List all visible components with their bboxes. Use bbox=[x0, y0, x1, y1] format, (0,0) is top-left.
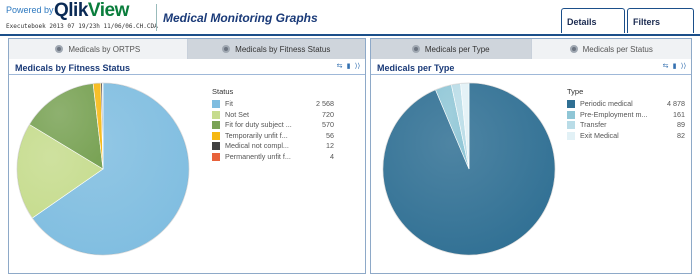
tab-medicals-by-fitness-status[interactable]: Medicals by Fitness Status bbox=[187, 39, 365, 59]
legend-item[interactable]: Pre-Employment m... 161 bbox=[567, 110, 685, 121]
legend-item[interactable]: Transfer 89 bbox=[567, 120, 685, 131]
legend-item[interactable]: Not Set 720 bbox=[212, 110, 334, 121]
legend-swatch bbox=[567, 100, 575, 108]
legend-label: Fit bbox=[225, 99, 233, 108]
tab-label: Medicals by Fitness Status bbox=[235, 44, 331, 54]
legend-item[interactable]: Permanently unfit f... 4 bbox=[212, 152, 334, 163]
legend-value: 570 bbox=[322, 120, 334, 129]
legend-swatch bbox=[567, 131, 575, 140]
legend-label: Temporarily unfit f... bbox=[225, 130, 288, 140]
restore-icon[interactable]: ⟩⟩ bbox=[354, 62, 361, 71]
details-button[interactable]: Details bbox=[561, 8, 625, 33]
tab-label: Medicals per Status bbox=[582, 44, 653, 54]
legend-item[interactable]: Fit for duty subject ... 570 bbox=[212, 120, 334, 131]
chart-caption-icons: ⇆ ▮ ⟩⟩ bbox=[662, 62, 687, 71]
bar-chart-icon[interactable]: ▮ bbox=[671, 62, 678, 71]
legend-value: 2 568 bbox=[316, 99, 334, 108]
tab-medicals-by-ortps[interactable]: Medicals by ORTPS bbox=[9, 39, 188, 59]
chart-title: Medicals per Type bbox=[377, 63, 455, 73]
powered-by-text: Powered by bbox=[6, 5, 54, 15]
legend-item[interactable]: Fit 2 568 bbox=[212, 99, 334, 110]
legend-item[interactable]: Temporarily unfit f... 56 bbox=[212, 131, 334, 142]
legend-value: 56 bbox=[326, 130, 334, 140]
app-title: Medical Monitoring Graphs bbox=[163, 11, 318, 25]
tab-gear-icon bbox=[569, 45, 578, 53]
legend-swatch bbox=[212, 100, 220, 108]
fitness-status-pie-chart[interactable] bbox=[13, 79, 203, 269]
legend-label: Medical not compl... bbox=[225, 141, 289, 150]
legend-label: Exit Medical bbox=[580, 130, 619, 140]
tab-medicals-per-status[interactable]: Medicals per Status bbox=[531, 39, 691, 59]
legend-value: 4 bbox=[330, 151, 334, 161]
restore-icon[interactable]: ⟩⟩ bbox=[680, 62, 687, 71]
legend-value: 720 bbox=[322, 109, 334, 119]
legend-value: 161 bbox=[673, 109, 685, 119]
chart-title: Medicals by Fitness Status bbox=[15, 63, 131, 73]
legend-swatch bbox=[567, 110, 575, 119]
header-divider bbox=[156, 4, 157, 31]
medical-type-pie-chart[interactable] bbox=[375, 79, 565, 269]
legend-value: 89 bbox=[677, 120, 685, 129]
legend-swatch bbox=[212, 152, 220, 161]
chart-caption-bar: Medicals per Type ⇆ ▮ ⟩⟩ bbox=[371, 61, 691, 75]
legend-label: Transfer bbox=[580, 120, 607, 129]
legend-value: 12 bbox=[326, 141, 334, 150]
legend-swatch bbox=[567, 121, 575, 129]
left-chart-panel: Medicals by ORTPS Medicals by Fitness St… bbox=[8, 38, 366, 274]
brand-q: Qlik bbox=[54, 0, 88, 21]
legend-value: 4 878 bbox=[667, 99, 685, 108]
legend-item[interactable]: Medical not compl... 12 bbox=[212, 141, 334, 152]
right-chart-panel: Medicals per Type Medicals per Status Me… bbox=[370, 38, 692, 274]
bar-chart-icon[interactable]: ▮ bbox=[345, 62, 352, 71]
legend-label: Fit for duty subject ... bbox=[225, 120, 292, 129]
medical-type-legend: Type Periodic medical 4 878 Pre-Employment… bbox=[567, 87, 685, 141]
tab-label: Medicals per Type bbox=[424, 44, 490, 54]
export-icon[interactable]: ⇆ bbox=[336, 62, 343, 71]
legend-label: Pre-Employment m... bbox=[580, 109, 648, 119]
fitness-status-legend: Status Fit 2 568 Not Set 720 Fit for duty su… bbox=[212, 87, 334, 162]
legend-swatch bbox=[212, 110, 220, 119]
tab-label: Medicals by ORTPS bbox=[68, 44, 141, 54]
build-info: Executeboek 2013 07 19/23h 11/06/06.CH.C… bbox=[6, 23, 158, 30]
legend-value: 82 bbox=[677, 130, 685, 140]
legend-item[interactable]: Periodic medical 4 878 bbox=[567, 99, 685, 110]
brand-name: QlikView bbox=[54, 0, 129, 22]
qlikview-logo: Powered by QlikView Executeboek 2013 07 … bbox=[6, 0, 158, 33]
legend-swatch bbox=[212, 131, 220, 140]
chart-caption-bar: Medicals by Fitness Status ⇆ ▮ ⟩⟩ bbox=[9, 61, 365, 75]
chart-caption-icons: ⇆ ▮ ⟩⟩ bbox=[336, 62, 361, 71]
left-tab-bar: Medicals by ORTPS Medicals by Fitness St… bbox=[9, 39, 365, 59]
tab-gear-icon bbox=[55, 45, 64, 53]
legend-swatch bbox=[212, 142, 220, 150]
brand-v: View bbox=[87, 0, 129, 21]
legend-label: Permanently unfit f... bbox=[225, 151, 291, 161]
tab-gear-icon bbox=[222, 45, 231, 53]
app-header: Powered by QlikView Executeboek 2013 07 … bbox=[0, 0, 700, 36]
export-icon[interactable]: ⇆ bbox=[662, 62, 669, 71]
legend-item[interactable]: Exit Medical 82 bbox=[567, 131, 685, 142]
legend-swatch bbox=[212, 121, 220, 129]
legend-title: Type bbox=[567, 87, 584, 96]
legend-label: Not Set bbox=[225, 109, 249, 119]
legend-label: Periodic medical bbox=[580, 99, 633, 108]
filters-button[interactable]: Filters bbox=[627, 8, 694, 33]
legend-title: Status bbox=[212, 87, 234, 96]
tab-medicals-per-type[interactable]: Medicals per Type bbox=[371, 39, 532, 59]
tab-gear-icon bbox=[411, 45, 420, 53]
right-tab-bar: Medicals per Type Medicals per Status bbox=[371, 39, 691, 59]
